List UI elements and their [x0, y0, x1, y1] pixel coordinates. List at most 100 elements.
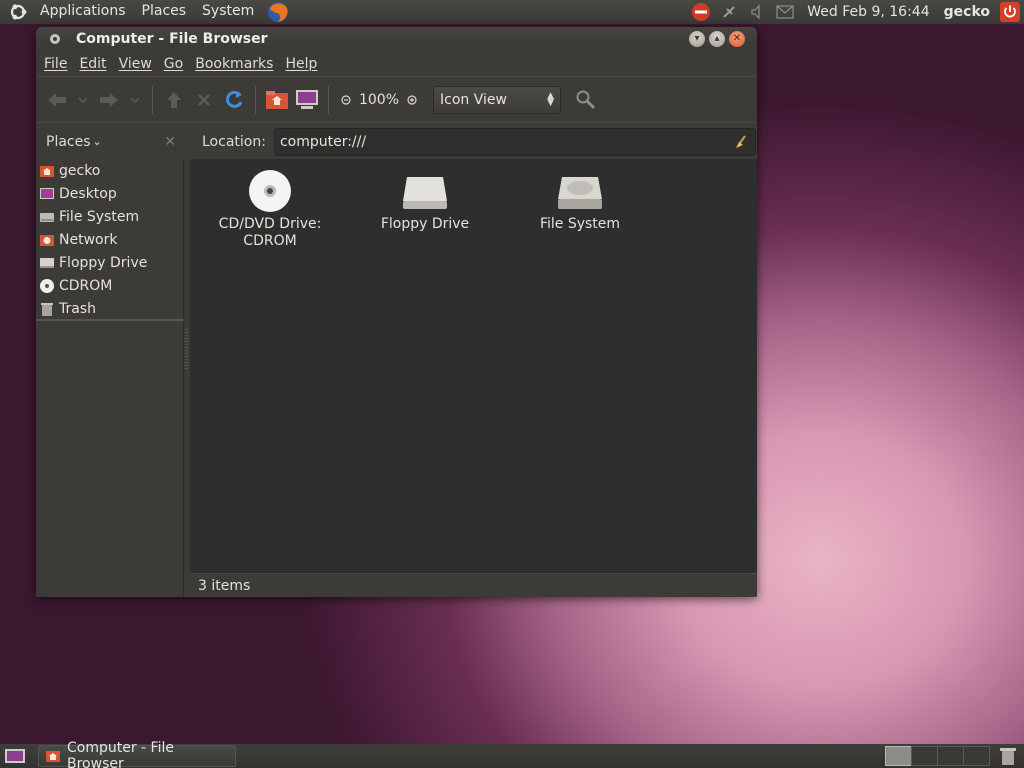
item-label-line2: CDROM [243, 233, 297, 249]
top-panel: Applications Places System Wed Feb 9, 16… [0, 0, 1024, 24]
sidebar-item-cdrom[interactable]: CDROM [36, 274, 183, 297]
taskbar-file-browser-button[interactable]: Computer - File Browser [38, 740, 236, 768]
workspace-3[interactable] [937, 746, 964, 766]
item-cdrom-drive[interactable]: CD/DVD Drive: CDROM [195, 169, 345, 250]
show-desktop-icon[interactable] [4, 748, 26, 764]
computer-button[interactable] [292, 85, 322, 115]
home-folder-icon [39, 163, 55, 179]
sidebar-item-desktop[interactable]: Desktop [36, 182, 183, 205]
applications-menu[interactable]: Applications [32, 0, 134, 24]
sidebar-item-label: gecko [59, 162, 101, 179]
bottom-panel: Computer - File Browser [0, 740, 1024, 768]
home-button[interactable] [262, 85, 292, 115]
workspace-4[interactable] [963, 746, 990, 766]
floppy-icon [39, 255, 55, 271]
sidebar-item-label: File System [59, 208, 140, 225]
chevron-down-icon: ⌄ [92, 135, 102, 148]
forward-button[interactable] [94, 85, 124, 115]
item-label-line1: File System [539, 216, 621, 232]
location-label: Location: [202, 133, 266, 150]
clear-location-icon[interactable] [733, 134, 749, 154]
toolbar-separator [255, 85, 256, 114]
reload-button[interactable] [219, 85, 249, 115]
sidebar-divider [36, 319, 184, 321]
window-menu-icon[interactable] [48, 32, 62, 46]
location-input[interactable]: computer:/// [273, 127, 756, 156]
icon-view[interactable]: CD/DVD Drive: CDROM Floppy Drive File Sy… [190, 159, 757, 597]
desktop-icon [39, 186, 55, 202]
title-bar[interactable]: Computer - File Browser ▾ ▴ ✕ [36, 27, 757, 51]
menu-bookmarks[interactable]: Bookmarks [189, 56, 279, 72]
sidebar-item-label: Floppy Drive [59, 254, 148, 271]
zoom-in-button[interactable] [401, 85, 423, 115]
sidebar-item-floppy[interactable]: Floppy Drive [36, 251, 183, 274]
taskbar-label: Computer - File Browser [67, 740, 174, 768]
system-menu[interactable]: System [194, 0, 262, 24]
toolbar-separator [328, 85, 329, 114]
file-browser-window: Computer - File Browser ▾ ▴ ✕ File Edit … [36, 27, 757, 597]
sidebar-item-gecko[interactable]: gecko [36, 159, 183, 182]
status-text: 3 items [198, 577, 251, 594]
ubuntu-logo-icon[interactable] [8, 0, 32, 24]
close-sidebar-icon[interactable]: ✕ [164, 134, 176, 150]
zoom-level[interactable]: 100% [357, 92, 401, 108]
window-title: Computer - File Browser [76, 31, 268, 47]
sidebar-item-filesystem[interactable]: File System [36, 205, 183, 228]
menu-help[interactable]: Help [279, 56, 323, 72]
back-button[interactable] [42, 85, 72, 115]
volume-icon[interactable] [745, 0, 769, 24]
sidebar-item-label: Network [59, 231, 118, 248]
item-label-line1: CD/DVD Drive: [218, 216, 322, 232]
item-file-system[interactable]: File System [505, 169, 655, 233]
maximize-button[interactable]: ▴ [709, 31, 725, 47]
user-menu[interactable]: gecko [938, 4, 996, 20]
location-bar: Places ⌄ ✕ Location: computer:/// [36, 122, 757, 160]
zoom-out-button[interactable] [335, 85, 357, 115]
menu-view[interactable]: View [113, 56, 158, 72]
stop-button[interactable] [189, 85, 219, 115]
menu-file[interactable]: File [38, 56, 73, 72]
menu-go[interactable]: Go [158, 56, 189, 72]
search-button[interactable] [571, 85, 601, 115]
bluetooth-plug-icon[interactable] [717, 0, 741, 24]
view-mode-value: Icon View [440, 91, 507, 108]
toolbar: 100% Icon View ▲ ▼ [36, 76, 757, 122]
cdrom-icon [195, 169, 345, 213]
status-bar: 3 items [190, 573, 757, 597]
mail-icon[interactable] [773, 0, 797, 24]
sidebar-item-trash[interactable]: Trash [36, 297, 183, 320]
harddisk-icon [505, 169, 655, 213]
trash-applet-icon[interactable] [996, 744, 1020, 768]
workspace-1[interactable] [885, 746, 912, 766]
floppy-drive-icon [350, 169, 500, 213]
places-label: Places [46, 133, 91, 150]
places-dropdown[interactable]: Places ⌄ ✕ [36, 134, 184, 150]
trash-icon [39, 301, 55, 317]
forward-history-dropdown[interactable] [124, 85, 146, 115]
places-sidebar: gecko Desktop File System Network Floppy… [36, 159, 184, 597]
item-label-line1: Floppy Drive [380, 216, 470, 232]
item-floppy-drive[interactable]: Floppy Drive [350, 169, 500, 233]
sidebar-item-label: Desktop [59, 185, 117, 202]
places-menu[interactable]: Places [134, 0, 195, 24]
minimize-button[interactable]: ▾ [689, 31, 705, 47]
close-button[interactable]: ✕ [729, 31, 745, 47]
up-button[interactable] [159, 85, 189, 115]
firefox-launcher-icon[interactable] [266, 0, 290, 24]
sidebar-item-label: CDROM [59, 277, 113, 294]
no-network-icon[interactable] [689, 0, 713, 24]
menu-edit[interactable]: Edit [73, 56, 112, 72]
network-icon [39, 232, 55, 248]
back-history-dropdown[interactable] [72, 85, 94, 115]
sidebar-item-label: Trash [59, 300, 96, 317]
view-mode-select[interactable]: Icon View ▲ ▼ [433, 85, 561, 114]
cdrom-icon [39, 278, 55, 294]
workspace-2[interactable] [911, 746, 938, 766]
workspace-switcher [885, 746, 990, 766]
sidebar-item-network[interactable]: Network [36, 228, 183, 251]
clock[interactable]: Wed Feb 9, 16:44 [799, 4, 937, 20]
power-icon[interactable] [998, 0, 1022, 24]
harddisk-icon [39, 209, 55, 225]
home-folder-icon [45, 748, 61, 764]
location-value: computer:/// [279, 133, 367, 150]
